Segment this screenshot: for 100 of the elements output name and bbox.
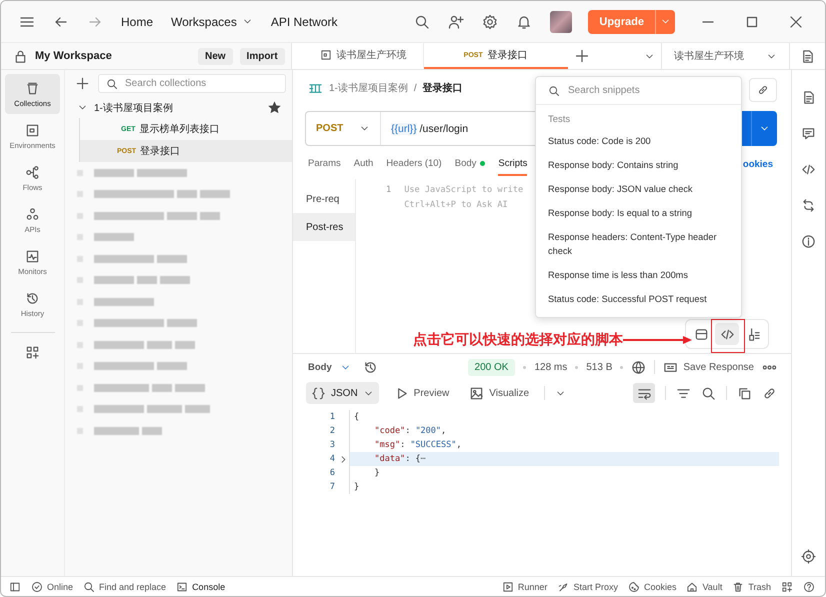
line-number: 2	[328, 426, 335, 436]
status-item[interactable]: Start Proxy	[557, 580, 618, 592]
code-line: }	[349, 466, 779, 480]
console-icon	[176, 580, 188, 592]
snippet-tool-button[interactable]	[715, 323, 739, 345]
nav-link[interactable]: Workspaces	[165, 14, 259, 28]
settings-icon[interactable]	[801, 549, 816, 564]
request-tab[interactable]: Body	[454, 152, 486, 176]
invite-user-icon[interactable]	[448, 14, 464, 30]
house-icon	[686, 580, 698, 592]
search-field[interactable]: Search collections	[98, 74, 286, 93]
code-icon[interactable]	[801, 162, 816, 177]
header-button[interactable]: Import	[240, 48, 285, 64]
request-tab[interactable]: Params	[308, 152, 341, 176]
format-tab[interactable]: Visualize	[464, 382, 534, 404]
code-line: }	[349, 480, 779, 494]
annotation-arrow	[623, 335, 693, 345]
search-icon	[83, 580, 96, 592]
highlight-frame	[711, 319, 745, 353]
variables-icon[interactable]	[800, 48, 816, 64]
add-icon[interactable]	[75, 76, 90, 91]
nav-link[interactable]: Home	[115, 14, 160, 28]
snippet-item[interactable]: Response body: JSON value check	[536, 177, 741, 201]
snippet-item[interactable]: Response body: Contains string	[536, 153, 741, 177]
header-button[interactable]: New	[198, 48, 233, 64]
apis-icon	[25, 206, 40, 222]
line-number: 7	[328, 482, 335, 492]
add-grid-icon[interactable]	[25, 345, 40, 360]
search-icon[interactable]	[701, 386, 716, 400]
history-icon	[25, 290, 40, 306]
trash-icon	[732, 580, 744, 592]
status-item[interactable]: Cookies	[628, 580, 676, 592]
new-tab-icon[interactable]	[574, 48, 590, 64]
line-number: 3	[328, 440, 335, 450]
info-icon[interactable]	[801, 234, 816, 249]
sync-icon[interactable]	[801, 198, 816, 213]
code-icon	[720, 326, 734, 342]
response-size: 513 B	[586, 362, 612, 372]
response-view-select[interactable]: Body	[308, 362, 351, 372]
request-title: 登录接口	[422, 82, 463, 95]
snippet-item[interactable]: Response body: Is equal to a string	[536, 201, 741, 225]
cookies-link[interactable]: ookies	[742, 158, 773, 170]
status-item[interactable]: Vault	[686, 580, 722, 592]
status-item[interactable]: Console	[176, 580, 226, 592]
line-number: 4	[328, 454, 335, 464]
format-tab[interactable]: JSON	[306, 382, 379, 404]
status-item[interactable]: Runner	[502, 580, 548, 592]
braces-icon	[311, 386, 326, 400]
copy-link-button[interactable]	[749, 78, 777, 102]
bell-icon[interactable]	[516, 14, 532, 30]
code-line: {	[349, 410, 779, 424]
script-tab[interactable]: Pre-req	[293, 185, 355, 213]
collection-name: 1-读书屋项目案例	[94, 102, 173, 114]
breadcrumb-separator: /	[414, 82, 417, 94]
lock-icon	[13, 48, 28, 64]
document-icon[interactable]	[801, 90, 816, 105]
close-icon[interactable]	[788, 14, 804, 30]
upgrade-dropdown-button[interactable]	[655, 10, 675, 34]
code-line: "code": "200",	[349, 424, 779, 438]
request-tab[interactable]: 读书屋生产环境	[292, 43, 424, 69]
grid-icon[interactable]	[781, 580, 793, 592]
save-response-button[interactable]: Save Response	[663, 360, 754, 374]
collection-item[interactable]: 1-读书屋项目案例	[65, 97, 292, 118]
request-name: 显示榜单列表接口	[139, 122, 220, 136]
request-tab[interactable]: Headers (10)	[386, 152, 442, 176]
status-item[interactable]: Online	[31, 580, 74, 592]
script-tab[interactable]: Post-res	[293, 213, 355, 241]
line-number: 1	[386, 184, 392, 197]
nav-link[interactable]: API Network	[264, 14, 344, 28]
request-tab[interactable]: Auth	[354, 152, 374, 176]
help-icon[interactable]	[803, 580, 815, 592]
status-item[interactable]: Trash	[732, 580, 771, 592]
environment-value: 读书屋生产环境	[674, 50, 744, 63]
link-icon[interactable]	[762, 386, 777, 400]
environment-select[interactable]: 读书屋生产环境	[661, 43, 790, 69]
settings-icon[interactable]	[482, 14, 498, 30]
status-item[interactable]: Find and replace	[83, 580, 166, 592]
request-name: 登录接口	[140, 144, 180, 158]
request-tab[interactable]: Scripts	[498, 152, 528, 176]
globe-icon[interactable]	[631, 360, 646, 374]
line-number: 1	[328, 412, 335, 422]
status-badge: 200 OK	[468, 358, 516, 376]
search-field[interactable]: Search snippets	[568, 80, 729, 100]
avatar[interactable]	[550, 10, 572, 32]
flow-icon	[25, 164, 40, 180]
copy-icon[interactable]	[737, 386, 752, 400]
snippet-item[interactable]: Response time is less than 200ms	[536, 263, 741, 287]
panel-icon	[694, 326, 708, 342]
star-icon	[267, 100, 282, 115]
search-icon[interactable]	[414, 14, 430, 30]
sidebar-toggle-icon[interactable]	[9, 580, 21, 592]
snippet-item[interactable]: Status code: Successful POST request	[536, 287, 741, 311]
wrap-lines-button[interactable]	[633, 383, 655, 403]
snippet-item[interactable]: Response headers: Content-Type header check	[536, 225, 741, 263]
history-icon[interactable]	[362, 360, 378, 374]
workspace-title: My Workspace	[35, 50, 112, 62]
tab-label: 读书屋生产环境	[336, 48, 407, 62]
breadcrumb-link[interactable]: 1-读书屋项目案例	[329, 81, 408, 95]
comment-icon[interactable]	[801, 126, 816, 141]
format-tab[interactable]: Preview	[388, 382, 454, 404]
